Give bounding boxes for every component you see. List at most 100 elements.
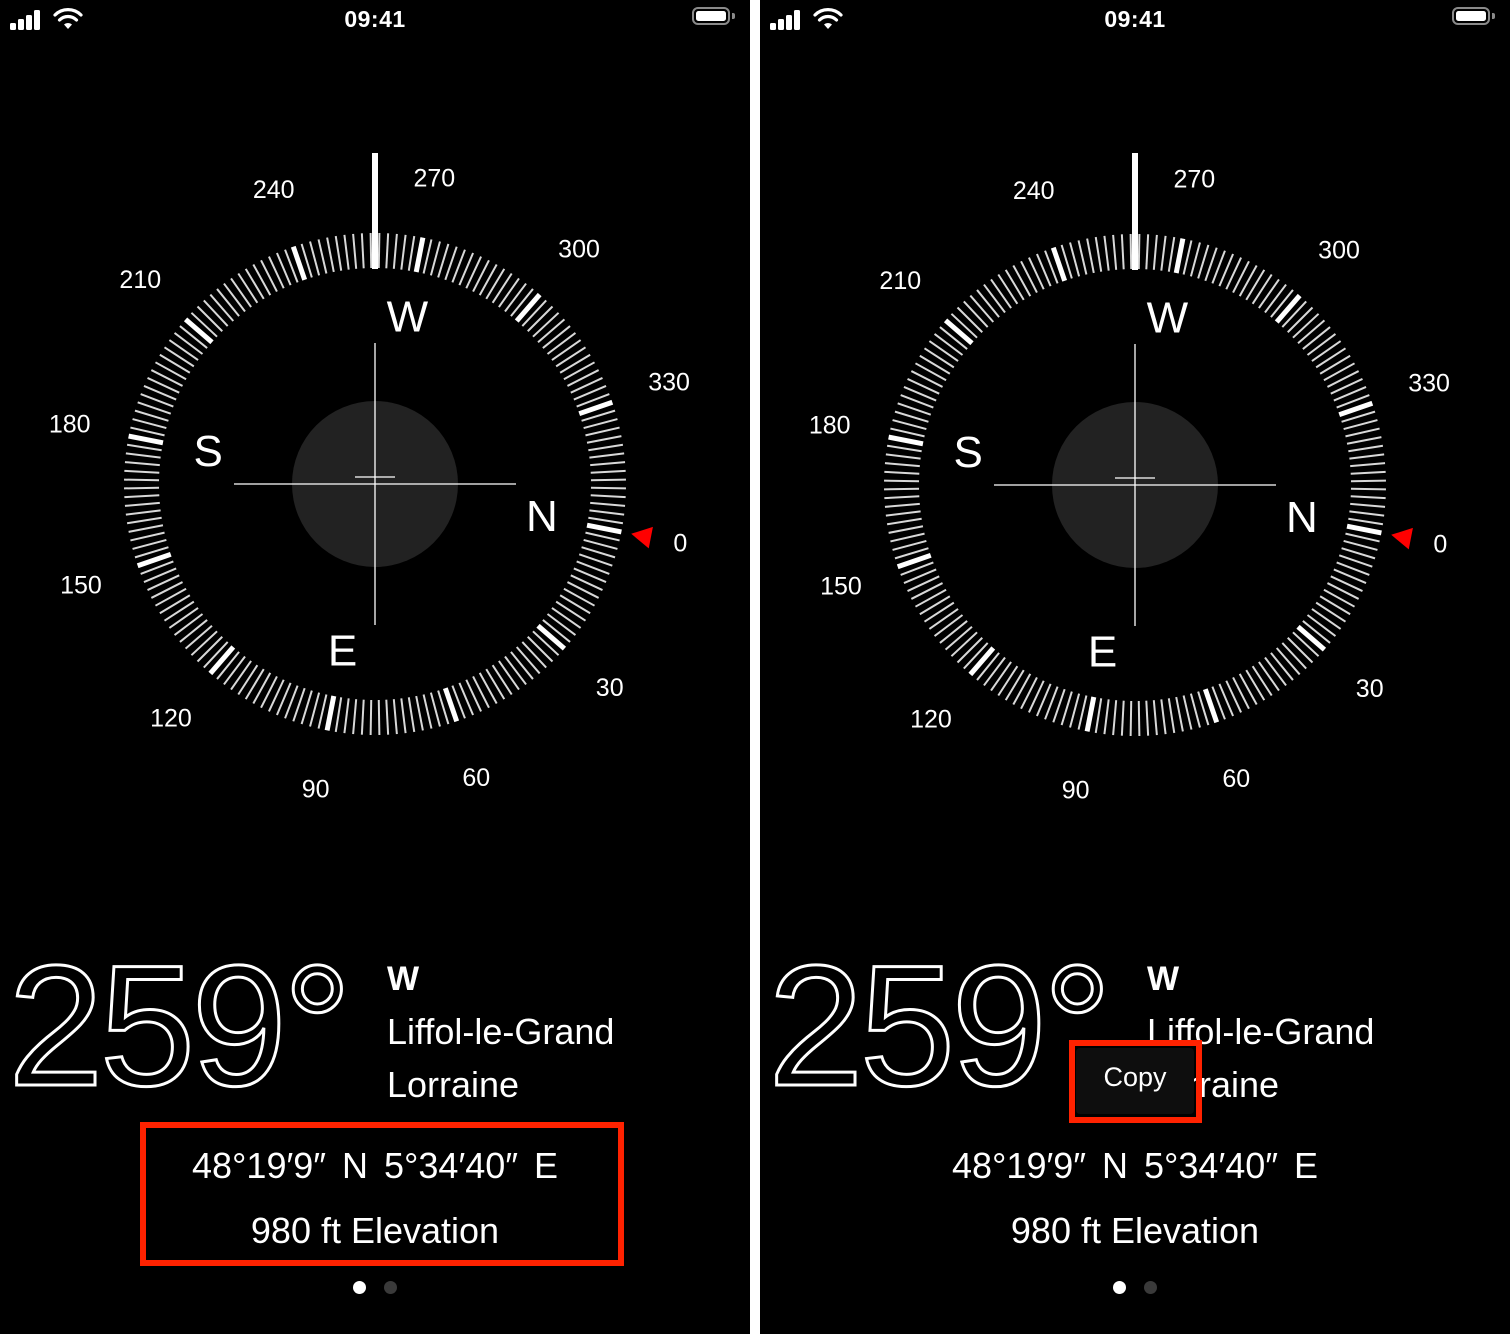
minor-tick [168, 607, 199, 629]
heading-direction: W [1147, 960, 1180, 998]
minor-tick [203, 299, 229, 327]
major-tick [1274, 293, 1302, 324]
minor-tick [914, 362, 947, 382]
minor-tick [1086, 238, 1095, 274]
place-region[interactable]: Lorraine [387, 1064, 519, 1106]
minor-tick [884, 462, 920, 468]
minor-tick [498, 277, 520, 308]
minor-tick [1302, 326, 1331, 350]
place-city[interactable]: Liffol-le-Grand [387, 1011, 614, 1053]
minor-tick [1251, 665, 1273, 697]
major-tick [324, 695, 337, 731]
page-dot-inactive[interactable] [1144, 1281, 1157, 1294]
minor-tick [360, 699, 365, 735]
minor-tick [415, 695, 424, 731]
minor-tick [542, 325, 571, 349]
minor-tick [1343, 539, 1378, 551]
minor-tick [1258, 278, 1280, 309]
minor-tick [527, 636, 554, 663]
minor-tick [124, 494, 160, 499]
minor-tick [1160, 235, 1167, 271]
degree-label-60: 60 [1222, 765, 1250, 793]
minor-tick [400, 234, 407, 270]
minor-tick [1270, 652, 1294, 681]
minor-tick [1275, 647, 1301, 676]
page-indicator[interactable] [760, 1281, 1510, 1299]
degree-label-210: 210 [119, 266, 161, 294]
minor-tick [923, 601, 955, 623]
minor-tick [990, 278, 1012, 309]
minor-tick [132, 418, 167, 430]
minor-tick [1264, 656, 1287, 687]
minor-tick [521, 641, 547, 669]
minor-tick [933, 333, 964, 356]
minor-tick [1020, 677, 1038, 710]
minor-tick [326, 237, 335, 273]
minor-tick [1315, 601, 1347, 623]
minor-tick [1189, 693, 1201, 728]
minor-tick [1189, 242, 1201, 277]
minor-tick [1251, 273, 1273, 305]
minor-tick [429, 241, 441, 276]
compass-dial[interactable]: 0 30 60 90 120 150 180 210 240 270 300 330 N E S W [0, 0, 750, 880]
minor-tick [1350, 495, 1386, 500]
minor-tick [252, 672, 272, 705]
minor-tick [563, 361, 596, 381]
elevation[interactable]: 980 ft Elevation [760, 1210, 1510, 1252]
minor-tick [886, 517, 922, 526]
minor-tick [928, 608, 959, 630]
major-tick [514, 292, 542, 323]
minor-tick [1306, 333, 1337, 356]
minor-tick [352, 699, 358, 735]
page-indicator[interactable] [0, 1281, 750, 1299]
minor-tick [1232, 677, 1250, 710]
page-dot-active[interactable] [1113, 1281, 1126, 1294]
minor-tick [1167, 698, 1176, 734]
minor-tick [559, 594, 591, 615]
minor-tick [590, 478, 626, 482]
major-tick [1296, 624, 1327, 652]
degree-label-270: 270 [413, 165, 455, 193]
minor-tick [1145, 700, 1150, 736]
minor-tick [928, 340, 959, 362]
compass-dial[interactable]: 0 30 60 90 120 150 180 210 240 270 300 330 N E S W [760, 0, 1510, 880]
minor-tick [551, 607, 582, 629]
minor-tick [939, 620, 968, 644]
minor-tick [1281, 642, 1307, 670]
minor-tick [168, 339, 199, 361]
minor-tick [983, 283, 1006, 314]
minor-tick [963, 300, 989, 328]
heading-degrees: 259° [7, 930, 354, 1122]
degree-label-60: 60 [462, 764, 490, 792]
major-tick [128, 433, 164, 446]
minor-tick [567, 581, 600, 599]
degree-label-120: 120 [150, 705, 192, 733]
minor-tick [1323, 362, 1356, 382]
minor-tick [884, 495, 920, 500]
minor-tick [478, 672, 498, 705]
minor-tick [159, 353, 191, 374]
page-dot-inactive[interactable] [384, 1281, 397, 1294]
minor-tick [1137, 234, 1141, 270]
minor-tick [163, 600, 195, 622]
minor-tick [956, 637, 983, 664]
coordinates[interactable]: 48°19′9″ N 5°34′40″ E [760, 1145, 1510, 1187]
minor-tick [1077, 240, 1088, 275]
minor-tick [478, 263, 498, 296]
minor-tick [546, 332, 577, 355]
minor-tick [159, 594, 191, 615]
minor-tick [1327, 582, 1360, 600]
minor-tick [309, 692, 321, 727]
minor-tick [885, 453, 921, 460]
minor-tick [950, 631, 978, 657]
minor-tick [216, 288, 240, 317]
minor-tick [124, 478, 160, 482]
minor-tick [1012, 673, 1032, 706]
degree-label-180: 180 [49, 411, 91, 439]
minor-tick [1152, 700, 1158, 736]
minor-tick [407, 235, 416, 271]
minor-tick [884, 479, 920, 483]
minor-tick [1004, 269, 1025, 301]
page-dot-active[interactable] [353, 1281, 366, 1294]
minor-tick [1020, 260, 1038, 293]
